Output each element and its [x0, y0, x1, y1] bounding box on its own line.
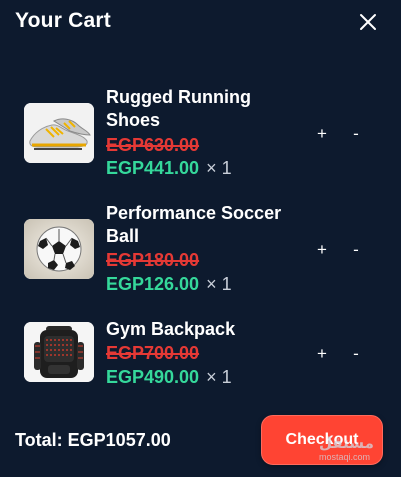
price-row: EGP441.00 × 1	[106, 158, 232, 179]
price-row: EGP126.00 × 1	[106, 274, 232, 295]
running-shoe-icon	[24, 103, 94, 163]
original-price: EGP700.00	[106, 343, 200, 363]
decrease-quantity-button[interactable]: -	[347, 343, 365, 365]
cart-title: Your Cart	[15, 9, 111, 32]
item-name: Performance Soccer Ball	[106, 203, 282, 246]
cart-panel: Your Cart Rugged Running Shoes EGP630.00…	[0, 0, 401, 477]
sale-price: EGP126.00	[106, 274, 200, 294]
cart-total: Total: EGP1057.00	[15, 430, 171, 450]
decrease-quantity-button[interactable]: -	[347, 123, 365, 145]
cart-item: Rugged Running Shoes EGP630.00 EGP441.00…	[0, 84, 401, 184]
quantity-label: × 1	[206, 274, 232, 294]
item-name: Rugged Running Shoes	[106, 87, 251, 130]
increase-quantity-button[interactable]: +	[313, 343, 331, 365]
item-name: Gym Backpack	[106, 319, 236, 339]
quantity-label: × 1	[206, 367, 232, 387]
backpack-icon	[24, 322, 94, 382]
cart-item: Performance Soccer Ball EGP180.00 EGP126…	[0, 199, 401, 299]
sale-price: EGP441.00	[106, 158, 200, 178]
original-price: EGP630.00	[106, 135, 200, 155]
cart-item: Gym Backpack EGP700.00 EGP490.00 × 1 + -	[0, 316, 401, 416]
original-price: EGP180.00	[106, 250, 200, 270]
checkout-button[interactable]: Checkout	[261, 415, 383, 465]
increase-quantity-button[interactable]: +	[313, 239, 331, 261]
sale-price: EGP490.00	[106, 367, 200, 387]
close-icon[interactable]	[358, 12, 378, 32]
decrease-quantity-button[interactable]: -	[347, 239, 365, 261]
quantity-label: × 1	[206, 158, 232, 178]
soccer-ball-icon	[24, 219, 94, 279]
price-row: EGP490.00 × 1	[106, 367, 232, 388]
increase-quantity-button[interactable]: +	[313, 123, 331, 145]
